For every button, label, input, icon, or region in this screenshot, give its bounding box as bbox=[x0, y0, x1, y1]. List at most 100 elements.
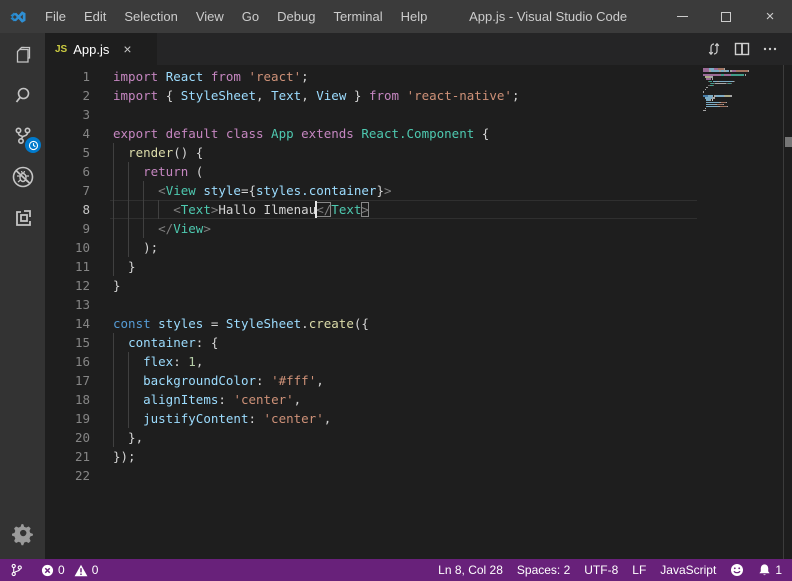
overview-ruler bbox=[783, 65, 784, 559]
line-number[interactable]: 5 bbox=[45, 143, 90, 162]
code-text: container: { bbox=[113, 333, 218, 352]
source-control-badge bbox=[25, 137, 41, 153]
code-line[interactable]: 5 render() { bbox=[45, 143, 792, 162]
code-line[interactable]: 13 bbox=[45, 295, 792, 314]
code-line[interactable]: 4 export default class App extends React.… bbox=[45, 124, 792, 143]
line-number[interactable]: 19 bbox=[45, 409, 90, 428]
smiley-icon bbox=[730, 563, 744, 577]
line-number[interactable]: 3 bbox=[45, 105, 90, 124]
activity-debug[interactable] bbox=[0, 156, 45, 197]
line-number[interactable]: 11 bbox=[45, 257, 90, 276]
menu-view[interactable]: View bbox=[187, 0, 233, 33]
code-line[interactable]: 9 </View> bbox=[45, 219, 792, 238]
line-number[interactable]: 10 bbox=[45, 238, 90, 257]
line-number[interactable]: 7 bbox=[45, 181, 90, 200]
code-line[interactable]: 7 <View style={styles.container}> bbox=[45, 181, 792, 200]
code-editor[interactable]: 1import React from 'react';2import { Sty… bbox=[45, 65, 792, 559]
activity-source-control[interactable] bbox=[0, 115, 45, 156]
line-number[interactable]: 1 bbox=[45, 67, 90, 86]
menu-bar: File Edit Selection View Go Debug Termin… bbox=[36, 0, 436, 33]
code-line[interactable]: 2import { StyleSheet, Text, View } from … bbox=[45, 86, 792, 105]
tab-bar: JS App.js × bbox=[45, 33, 792, 65]
minimap-line bbox=[703, 112, 783, 114]
menu-terminal[interactable]: Terminal bbox=[324, 0, 391, 33]
line-number[interactable]: 21 bbox=[45, 447, 90, 466]
eol-sequence[interactable]: LF bbox=[632, 563, 646, 577]
open-changes-button[interactable] bbox=[700, 33, 728, 65]
encoding[interactable]: UTF-8 bbox=[584, 563, 618, 577]
code-line[interactable]: 22 bbox=[45, 466, 792, 485]
code-line[interactable]: 1import React from 'react'; bbox=[45, 67, 792, 86]
menu-debug[interactable]: Debug bbox=[268, 0, 324, 33]
git-branch-indicator[interactable] bbox=[10, 563, 27, 577]
code-text: backgroundColor: '#fff', bbox=[113, 371, 324, 390]
line-number[interactable]: 16 bbox=[45, 352, 90, 371]
code-line[interactable]: 17 backgroundColor: '#fff', bbox=[45, 371, 792, 390]
code-line[interactable]: 10 ); bbox=[45, 238, 792, 257]
menu-edit[interactable]: Edit bbox=[75, 0, 115, 33]
code-line[interactable]: 8 <Text>Hallo Ilmenau</Text> bbox=[45, 200, 792, 219]
line-number[interactable]: 9 bbox=[45, 219, 90, 238]
line-number[interactable]: 8 bbox=[45, 200, 90, 219]
code-text: }); bbox=[113, 447, 136, 466]
feedback-button[interactable] bbox=[730, 563, 744, 577]
code-line[interactable]: 14 const styles = StyleSheet.create({ bbox=[45, 314, 792, 333]
split-editor-button[interactable] bbox=[728, 33, 756, 65]
problems-indicator[interactable]: 0 0 bbox=[41, 563, 98, 577]
maximize-button[interactable] bbox=[704, 0, 748, 33]
minimap[interactable] bbox=[703, 68, 783, 114]
code-lines: 1import React from 'react';2import { Sty… bbox=[45, 67, 792, 485]
code-line[interactable]: 21}); bbox=[45, 447, 792, 466]
code-line[interactable]: 3 bbox=[45, 105, 792, 124]
code-text: justifyContent: 'center', bbox=[113, 409, 331, 428]
language-mode[interactable]: JavaScript bbox=[660, 563, 716, 577]
code-line[interactable]: 15 container: { bbox=[45, 333, 792, 352]
menu-file[interactable]: File bbox=[36, 0, 75, 33]
open-changes-icon bbox=[706, 41, 722, 57]
tab-appjs[interactable]: JS App.js × bbox=[45, 33, 157, 65]
tab-close-icon[interactable]: × bbox=[123, 42, 131, 56]
menu-go[interactable]: Go bbox=[233, 0, 268, 33]
line-number[interactable]: 13 bbox=[45, 295, 90, 314]
search-icon bbox=[11, 83, 35, 107]
activity-search[interactable] bbox=[0, 74, 45, 115]
code-text: return ( bbox=[113, 162, 203, 181]
code-line[interactable]: 19 justifyContent: 'center', bbox=[45, 409, 792, 428]
line-number[interactable]: 12 bbox=[45, 276, 90, 295]
activity-extensions[interactable] bbox=[0, 197, 45, 238]
code-line[interactable]: 12} bbox=[45, 276, 792, 295]
git-branch-icon bbox=[10, 563, 23, 577]
error-icon bbox=[41, 564, 54, 577]
title-bar: File Edit Selection View Go Debug Termin… bbox=[0, 0, 792, 33]
code-line[interactable]: 11 } bbox=[45, 257, 792, 276]
menu-selection[interactable]: Selection bbox=[115, 0, 186, 33]
indentation[interactable]: Spaces: 2 bbox=[517, 563, 570, 577]
line-number[interactable]: 22 bbox=[45, 466, 90, 485]
code-line[interactable]: 20 }, bbox=[45, 428, 792, 447]
code-line[interactable]: 18 alignItems: 'center', bbox=[45, 390, 792, 409]
line-number[interactable]: 2 bbox=[45, 86, 90, 105]
code-text: }, bbox=[113, 428, 143, 447]
line-number[interactable]: 14 bbox=[45, 314, 90, 333]
line-number[interactable]: 18 bbox=[45, 390, 90, 409]
minimize-button[interactable] bbox=[660, 0, 704, 33]
bracket-match: > bbox=[361, 202, 369, 217]
manage-gear-button[interactable] bbox=[12, 524, 34, 551]
line-number[interactable]: 17 bbox=[45, 371, 90, 390]
code-line[interactable]: 6 return ( bbox=[45, 162, 792, 181]
line-number[interactable]: 20 bbox=[45, 428, 90, 447]
code-line[interactable]: 16 flex: 1, bbox=[45, 352, 792, 371]
line-number[interactable]: 4 bbox=[45, 124, 90, 143]
line-number[interactable]: 6 bbox=[45, 162, 90, 181]
activity-explorer[interactable] bbox=[0, 33, 45, 74]
code-text: export default class App extends React.C… bbox=[113, 124, 489, 143]
warning-count: 0 bbox=[92, 563, 99, 577]
error-count: 0 bbox=[58, 563, 65, 577]
cursor-position[interactable]: Ln 8, Col 28 bbox=[438, 563, 503, 577]
line-number[interactable]: 15 bbox=[45, 333, 90, 352]
code-text: const styles = StyleSheet.create({ bbox=[113, 314, 369, 333]
menu-help[interactable]: Help bbox=[392, 0, 437, 33]
notifications-button[interactable]: 1 bbox=[758, 563, 782, 577]
more-actions-button[interactable] bbox=[756, 33, 784, 65]
close-button[interactable]: × bbox=[748, 0, 792, 33]
